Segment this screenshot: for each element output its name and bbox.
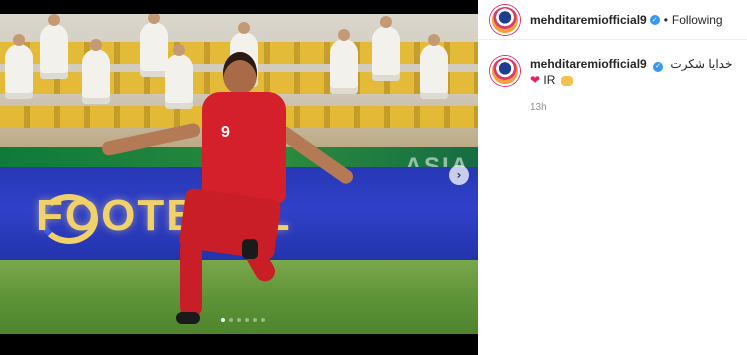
player-left-leg [180, 239, 202, 317]
football-player: 9 [100, 34, 370, 334]
caption-line-2: ❤ IR [530, 72, 732, 88]
verified-badge-icon: ✓ [649, 14, 660, 25]
caption-body: mehditaremiofficial9 ✓ خدایا شکرت ❤ IR 1… [530, 56, 732, 116]
caption-text: خدایا شکرت [670, 57, 733, 71]
praying-hands-icon [560, 75, 573, 86]
chevron-right-icon: › [456, 168, 462, 182]
carousel-indicators [221, 318, 265, 322]
spectator [5, 34, 33, 99]
jersey-number: 9 [221, 124, 230, 141]
player-jersey [202, 92, 286, 204]
header-username[interactable]: mehditaremiofficial9 [530, 13, 647, 27]
carousel-dot [261, 318, 265, 322]
post-time[interactable]: 13h [530, 100, 732, 116]
caption-country-code: IR [543, 73, 556, 87]
spectator [40, 14, 68, 79]
avatar[interactable] [490, 56, 520, 86]
carousel-dot [237, 318, 241, 322]
post-header: mehditaremiofficial9 ✓ • Following [478, 0, 747, 40]
header-separator: • [663, 12, 668, 27]
carousel-dot [253, 318, 257, 322]
spectator [372, 16, 400, 81]
player-right-arm [273, 123, 356, 187]
carousel-dot [245, 318, 249, 322]
player-left-arm [100, 122, 202, 157]
next-slide-button[interactable]: › [449, 165, 469, 185]
player-boot [242, 239, 258, 259]
avatar[interactable] [490, 4, 520, 35]
verified-badge-icon: ✓ [653, 62, 664, 72]
post-photo: ASIA FOOTBALL 9 [0, 14, 478, 334]
post-media[interactable]: ASIA FOOTBALL 9 › [0, 0, 478, 355]
instagram-post: ASIA FOOTBALL 9 › [0, 0, 747, 355]
red-heart-icon: ❤ [530, 73, 541, 87]
carousel-dot [229, 318, 233, 322]
caption: mehditaremiofficial9 ✓ خدایا شکرت ❤ IR 1… [478, 40, 747, 116]
post-sidebar: mehditaremiofficial9 ✓ • Following mehdi… [478, 0, 747, 355]
player-boot [176, 312, 200, 324]
carousel-dot [221, 318, 225, 322]
player-head [223, 52, 257, 94]
caption-username[interactable]: mehditaremiofficial9 [530, 57, 647, 71]
following-button[interactable]: Following [672, 13, 723, 27]
spectator [420, 34, 448, 99]
